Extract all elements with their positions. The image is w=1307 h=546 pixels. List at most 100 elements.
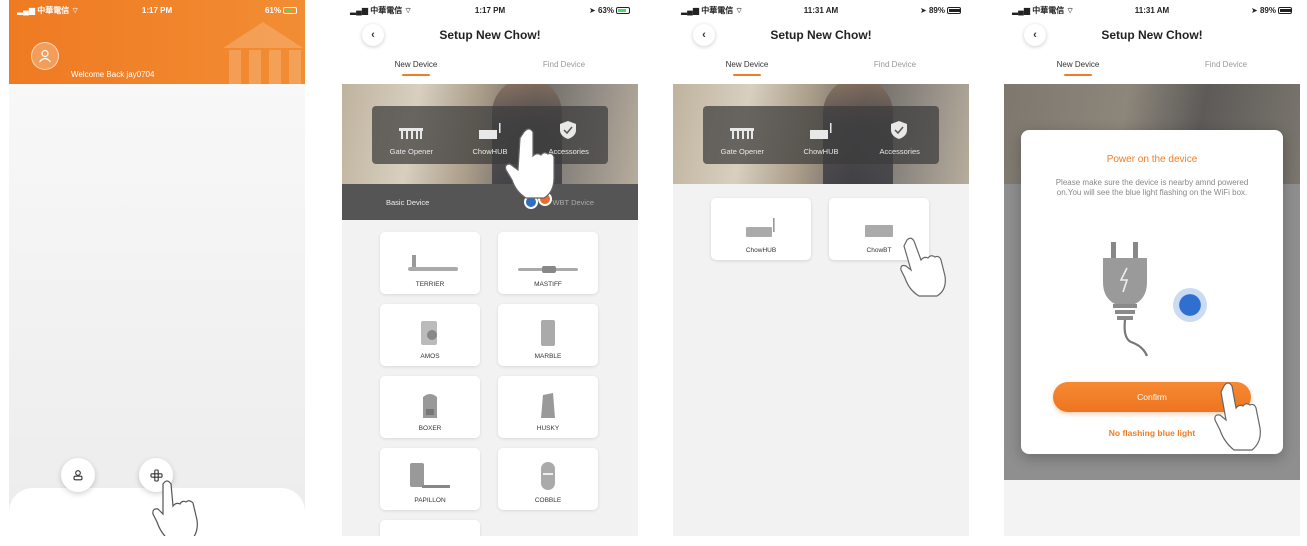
status-bar: ▂▄▆ 中華電信 ⌔ 1:17 PM ➤ 63% <box>342 0 638 20</box>
profile-header: ▂▄▆ 中華電信 ⌔ 1:17 PM 61% Welcome Back jay0… <box>9 0 305 84</box>
device-card-amos[interactable]: AMOS <box>380 304 480 366</box>
tab-new-device[interactable]: New Device <box>1004 50 1152 84</box>
shield-icon <box>890 121 907 139</box>
terrier-icon <box>408 255 458 271</box>
profile-button[interactable] <box>61 458 95 492</box>
status-bar: ▂▄▆ 中華電信 ⌔ 11:31 AM ➤ 89% <box>673 0 969 20</box>
select-device-screen: ▂▄▆ 中華電信 ⌔ 1:17 PM ➤ 63% ‹ Setup New Cho… <box>342 0 638 536</box>
device-card-terrier[interactable]: TERRIER <box>380 232 480 294</box>
tap-hand-icon <box>900 237 946 297</box>
blue-light-indicator <box>1173 288 1207 322</box>
page-title: Setup New Chow! <box>439 28 541 42</box>
dialog-title: Power on the device <box>1106 154 1198 165</box>
page-title: Setup New Chow! <box>1101 28 1203 42</box>
tap-hand-icon <box>152 480 198 536</box>
device-name: MARBLE <box>534 353 562 360</box>
avatar[interactable] <box>31 42 59 70</box>
device-card-more[interactable] <box>380 520 480 536</box>
welcome-screen: ▂▄▆ 中華電信 ⌔ 1:17 PM 61% Welcome Back jay0… <box>9 0 305 536</box>
category-label: ChowHUB <box>803 147 839 156</box>
nav-header: ‹ Setup New Chow! <box>1004 20 1300 50</box>
tab-new-device[interactable]: New Device <box>342 50 490 84</box>
device-card-husky[interactable]: HUSKY <box>498 376 598 438</box>
nav-header: ‹ Setup New Chow! <box>342 20 638 50</box>
device-name: TERRIER <box>415 281 445 288</box>
category-selector: Gate Opener ChowHUB Accessories <box>372 106 608 164</box>
device-name: HUSKY <box>536 425 560 432</box>
device-name: ChowHUB <box>745 247 777 254</box>
battery-icon <box>947 6 961 14</box>
tab-find-device[interactable]: Find Device <box>490 50 638 84</box>
carrier-label: ▂▄▆ 中華電信 ⌔ <box>17 5 79 15</box>
husky-icon <box>541 393 555 418</box>
basic-device-label[interactable]: Basic Device <box>386 198 429 207</box>
chevron-left-icon: ‹ <box>702 29 706 41</box>
category-gate-opener[interactable]: Gate Opener <box>703 106 782 164</box>
chevron-left-icon: ‹ <box>1033 29 1037 41</box>
device-card-papillon[interactable]: PAPILLON <box>380 448 480 510</box>
back-button[interactable]: ‹ <box>693 24 715 46</box>
tab-find-device[interactable]: Find Device <box>1152 50 1300 84</box>
chowbt-icon <box>865 225 893 237</box>
battery-icon <box>1278 6 1292 14</box>
device-name: COBBLE <box>534 497 562 504</box>
power-on-screen: ▂▄▆ 中華電信 ⌔ 11:31 AM ➤ 89% ‹ Setup New Ch… <box>1004 0 1300 536</box>
carrier-label: ▂▄▆ 中華電信 ⌔ <box>350 5 412 15</box>
select-hub-screen: ▂▄▆ 中華電信 ⌔ 11:31 AM ➤ 89% ‹ Setup New Ch… <box>673 0 969 536</box>
back-button[interactable]: ‹ <box>362 24 384 46</box>
category-label: Gate Opener <box>389 147 434 156</box>
category-chowhub[interactable]: ChowHUB <box>782 106 861 164</box>
device-card-boxer[interactable]: BOXER <box>380 376 480 438</box>
gate-icon <box>399 128 424 139</box>
boxer-icon <box>423 394 437 418</box>
wbt-device-label[interactable]: WBT Device <box>552 198 594 207</box>
page-title: Setup New Chow! <box>770 28 872 42</box>
device-name: PAPILLON <box>414 497 446 504</box>
tab-bar: New Device Find Device <box>342 50 638 84</box>
battery-indicator: ➤ 89% <box>920 6 961 15</box>
device-card-mastiff[interactable]: MASTIFF <box>498 232 598 294</box>
device-name: BOXER <box>418 425 442 432</box>
device-grid: TERRIER MASTIFF AMOS MARBLE BOXER HUSKY … <box>342 220 638 536</box>
amos-icon <box>421 321 437 345</box>
device-card-marble[interactable]: MARBLE <box>498 304 598 366</box>
person-icon <box>73 470 83 481</box>
marble-icon <box>541 320 555 346</box>
category-accessories[interactable]: Accessories <box>860 106 939 164</box>
power-plug-icon <box>1103 242 1149 357</box>
device-card-chowhub[interactable]: ChowHUB <box>711 198 811 260</box>
back-button[interactable]: ‹ <box>1024 24 1046 46</box>
tab-find-device[interactable]: Find Device <box>821 50 969 84</box>
shield-icon <box>559 121 576 139</box>
category-selector: Gate Opener ChowHUB Accessories <box>703 106 939 164</box>
battery-icon <box>283 6 297 14</box>
category-label: Gate Opener <box>720 147 765 156</box>
category-gate-opener[interactable]: Gate Opener <box>372 106 451 164</box>
battery-indicator: 61% <box>265 6 297 15</box>
device-card-cobble[interactable]: COBBLE <box>498 448 598 510</box>
status-bar: ▂▄▆ 中華電信 ⌔ 1:17 PM 61% <box>9 0 305 20</box>
chevron-left-icon: ‹ <box>371 29 375 41</box>
tab-bar: New Device Find Device <box>1004 50 1300 84</box>
mastiff-icon <box>518 266 578 273</box>
battery-icon <box>616 6 630 14</box>
house-logo-watermark <box>223 22 303 84</box>
carrier-label: ▂▄▆ 中華電信 ⌔ <box>1012 5 1074 15</box>
device-name: MASTIFF <box>534 281 562 288</box>
gate-icon <box>730 128 755 139</box>
welcome-text: Welcome Back jay0704 <box>71 70 155 79</box>
status-bar: ▂▄▆ 中華電信 ⌔ 11:31 AM ➤ 89% <box>1004 0 1300 20</box>
device-type-bar: Basic Device WBT Device <box>342 184 638 220</box>
user-icon <box>39 49 51 63</box>
tab-new-device[interactable]: New Device <box>673 50 821 84</box>
hub-icon <box>479 123 501 139</box>
tab-bar: New Device Find Device <box>673 50 969 84</box>
dialog-message: Please make sure the device is nearby am… <box>1055 178 1249 197</box>
device-name: AMOS <box>420 353 440 360</box>
chowhub-icon <box>746 218 775 237</box>
hub-icon <box>810 123 832 139</box>
device-name: ChowBT <box>866 247 892 254</box>
tap-hand-icon <box>504 128 555 199</box>
carrier-label: ▂▄▆ 中華電信 ⌔ <box>681 5 743 15</box>
tap-hand-icon <box>1214 382 1261 451</box>
